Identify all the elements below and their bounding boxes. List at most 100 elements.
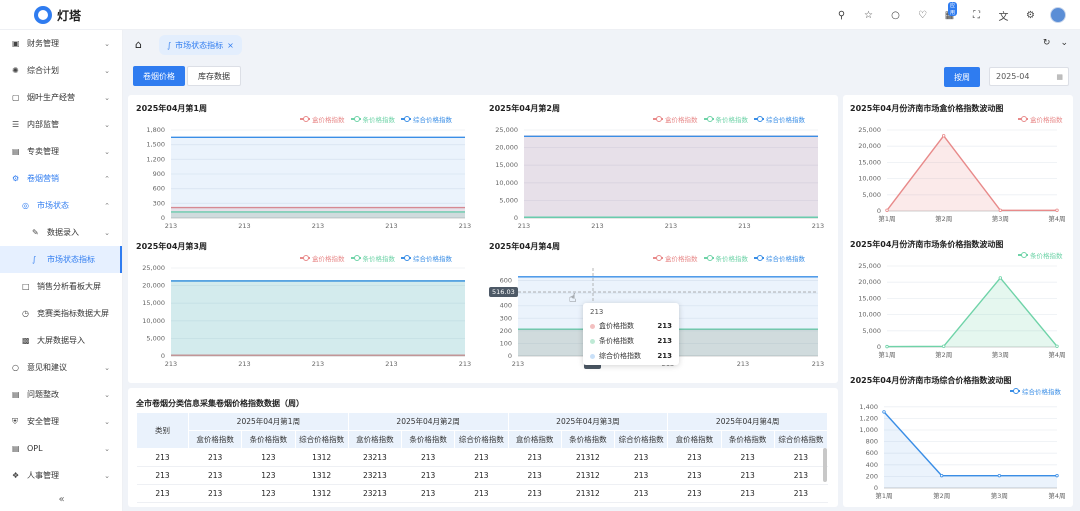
y-tick-label: 0 <box>514 214 518 222</box>
x-tick-label: 213 <box>385 360 397 368</box>
week-header: 2025年04月第2周 <box>347 412 509 431</box>
table-cell: 213 <box>614 448 668 467</box>
chart-tooltip: 213 盒价格指数 213 条价格指数 213 综合价格指数 213 <box>583 303 679 365</box>
y-tick-label: 5,000 <box>862 191 881 199</box>
y-tick-label: 200 <box>866 472 878 480</box>
x-tick-label: 第2周 <box>933 491 950 500</box>
data-point <box>941 134 946 138</box>
table-cell: 21312 <box>561 466 615 485</box>
y-tick-label: 25,000 <box>858 262 881 270</box>
x-tick-label: 213 <box>665 222 677 230</box>
tooltip-value: 213 <box>657 352 672 360</box>
subcolumn-header: 盒价格指数 <box>347 430 403 449</box>
price-index-table: 类别 2025年04月第1周 2025年04月第2周 2025年04月第3周 2… <box>136 412 829 503</box>
data-point <box>998 208 1003 213</box>
y-tick-label: 400 <box>500 302 512 310</box>
subcolumn-header: 条价格指数 <box>400 430 456 449</box>
week-header: 2025年04月第4周 <box>667 412 828 431</box>
y-tick-label: 20,000 <box>142 282 165 290</box>
tooltip-label: 盒价格指数 <box>599 322 634 330</box>
y-tick-label: 15,000 <box>858 158 881 166</box>
week-header: 2025年04月第1周 <box>188 412 349 431</box>
table-cell: 213 <box>401 466 455 485</box>
table-cell: 213 <box>667 448 721 467</box>
data-point <box>885 208 889 213</box>
table-cell: 213 <box>774 484 828 503</box>
y-tick-label: 1,500 <box>146 141 165 149</box>
y-tick-label: 0 <box>877 343 881 351</box>
x-tick-label: 第2周 <box>935 214 952 223</box>
y-tick-label: 600 <box>866 449 878 457</box>
y-tick-label: 20,000 <box>858 278 881 286</box>
table-cell: 1312 <box>295 484 349 503</box>
table-row: 213 213 123 1312 23213 213 213 213 21312 213 213 21… <box>136 484 828 503</box>
table-cell: 213 <box>667 484 721 503</box>
x-tick-label: 213 <box>238 222 250 230</box>
y-tick-label: 25,000 <box>142 264 165 272</box>
tooltip-dot <box>590 338 595 344</box>
data-point <box>1055 344 1059 349</box>
y-tick-label: 10,000 <box>858 175 881 183</box>
y-tick-label: 15,000 <box>858 294 881 302</box>
table-cell: 23213 <box>348 484 402 503</box>
x-tick-label: 第1周 <box>878 214 895 223</box>
tooltip-row: 盒价格指数 213 <box>590 321 672 331</box>
x-tick-label: 第2周 <box>935 350 952 359</box>
y-tick-label: 1,000 <box>859 426 878 434</box>
subcolumn-header: 综合价格指数 <box>294 430 349 449</box>
x-tick-label: 213 <box>165 360 177 368</box>
tooltip-label: 条价格指数 <box>599 337 634 345</box>
table-cell: 23213 <box>348 448 402 467</box>
x-tick-label: 第3周 <box>992 214 1009 223</box>
x-tick-label: 第1周 <box>875 491 892 500</box>
x-tick-label: 213 <box>812 222 824 230</box>
x-tick-label: 第4周 <box>1048 491 1065 500</box>
table-cell: 213 <box>401 448 455 467</box>
table-cell: 213 <box>614 484 668 503</box>
table-cell: 213 <box>136 466 189 485</box>
table-cell: 213 <box>774 448 828 467</box>
hand-cursor-icon: ☝ <box>569 291 577 305</box>
x-tick-label: 第1周 <box>878 350 895 359</box>
table-cell: 213 <box>454 466 508 485</box>
y-tick-label: 0 <box>161 352 165 360</box>
y-tick-label: 0 <box>508 352 512 360</box>
table-row: 213 213 123 1312 23213 213 213 213 21312 213 213 21… <box>136 448 828 467</box>
table-cell: 213 <box>508 466 562 485</box>
table-cell: 213 <box>774 466 828 485</box>
y-tick-label: 1,200 <box>859 414 878 422</box>
data-point <box>1055 208 1059 213</box>
data-point <box>1055 473 1059 478</box>
table-cell: 123 <box>241 484 295 503</box>
tooltip-value: 213 <box>657 322 672 330</box>
table-cell: 213 <box>454 448 508 467</box>
y-tick-label: 10,000 <box>142 317 165 325</box>
table-cell: 213 <box>401 484 455 503</box>
table-cell: 21312 <box>561 448 615 467</box>
x-tick-label: 213 <box>238 360 250 368</box>
x-tick-label: 213 <box>312 222 324 230</box>
data-point <box>998 276 1003 280</box>
crosshair-y-label: 516.03 <box>489 287 518 297</box>
x-tick-label: 213 <box>738 222 750 230</box>
table-cell: 213 <box>508 448 562 467</box>
y-tick-label: 600 <box>153 185 165 193</box>
y-tick-label: 0 <box>874 484 878 492</box>
table-cell: 1312 <box>295 466 349 485</box>
table-scrollbar[interactable] <box>823 448 827 482</box>
y-tick-label: 20,000 <box>495 144 518 152</box>
tooltip-value: 213 <box>657 337 672 345</box>
table-cell: 213 <box>136 484 189 503</box>
tooltip-row: 条价格指数 213 <box>590 336 672 346</box>
y-tick-label: 20,000 <box>858 142 881 150</box>
x-tick-label: 213 <box>518 222 530 230</box>
tooltip-title: 213 <box>590 308 604 316</box>
table-cell: 213 <box>188 484 242 503</box>
table-cell: 123 <box>241 448 295 467</box>
y-tick-label: 5,000 <box>862 327 881 335</box>
data-point <box>939 473 944 478</box>
x-tick-label: 213 <box>591 222 603 230</box>
y-tick-label: 25,000 <box>858 126 881 134</box>
series-area <box>524 136 818 218</box>
series-area <box>171 137 465 218</box>
